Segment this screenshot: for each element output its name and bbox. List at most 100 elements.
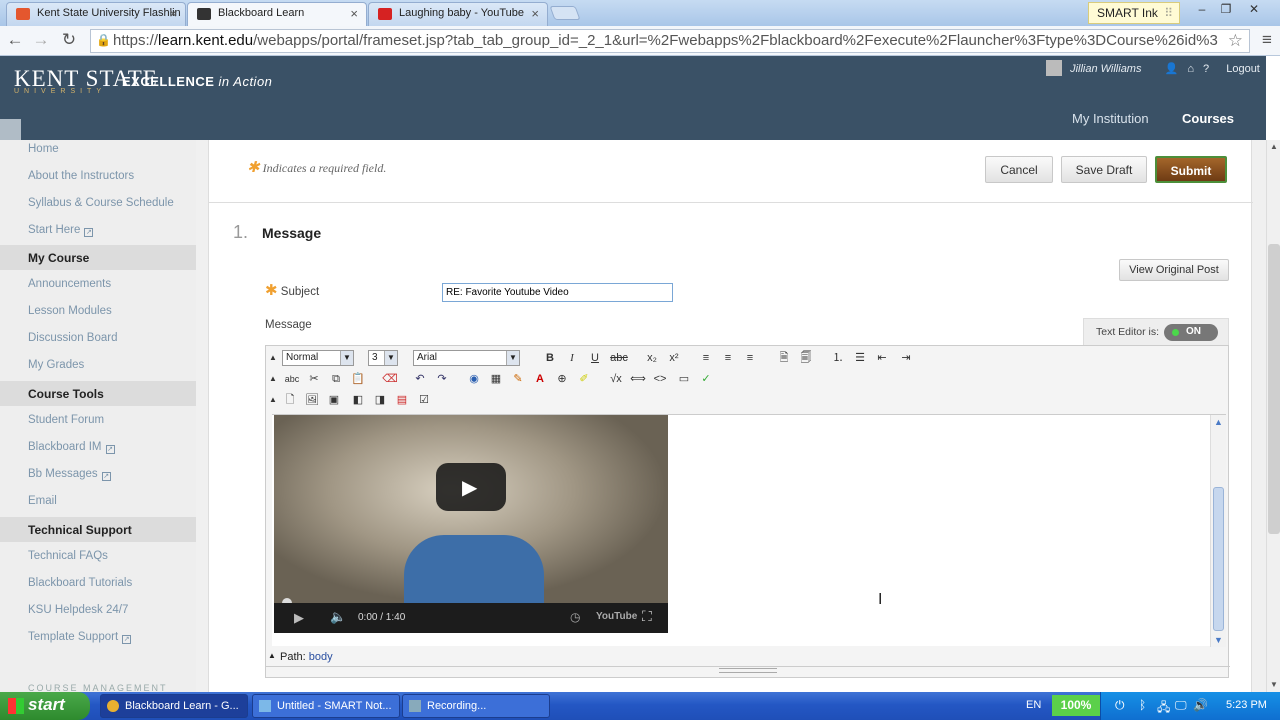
tab-courses[interactable]: Courses <box>1182 111 1234 126</box>
insert-image-icon[interactable]: 🖼 <box>304 392 320 408</box>
math-icon[interactable]: √x <box>608 371 624 387</box>
insert-flash-icon[interactable]: ◧ <box>350 392 366 408</box>
sidebar-item-email[interactable]: Email <box>28 495 57 507</box>
submit-button[interactable]: Submit <box>1155 156 1227 183</box>
collapse-icon[interactable]: ▲ <box>268 651 276 660</box>
insert-pdf-icon[interactable]: ▤ <box>394 392 410 408</box>
address-bar[interactable]: 🔒 https://learn.kent.edu/webapps/portal/… <box>90 29 1250 53</box>
highlight-icon[interactable]: ✐ <box>576 371 592 387</box>
indent-icon[interactable]: ⇥ <box>898 350 914 366</box>
sidebar-item-about[interactable]: About the Instructors <box>28 170 134 182</box>
pencil-icon[interactable]: ✎ <box>510 371 526 387</box>
sidebar-item-template-support[interactable]: Template Support ↗ <box>28 631 132 644</box>
sidebar-item-technical-faqs[interactable]: Technical FAQs <box>28 550 108 562</box>
emoticon-icon[interactable]: ⊕ <box>554 371 570 387</box>
youtube-logo-icon[interactable]: YouTube <box>596 611 637 622</box>
home-icon[interactable]: ⌂ <box>1187 63 1194 75</box>
sidebar-item-announcements[interactable]: Announcements <box>28 278 111 290</box>
collapse-icon[interactable]: ▲ <box>268 392 278 408</box>
close-tab-icon[interactable]: × <box>531 6 539 21</box>
tab-my-institution[interactable]: My Institution <box>1072 111 1149 126</box>
sidebar-item-my-grades[interactable]: My Grades <box>28 359 84 371</box>
superscript-icon[interactable]: x² <box>666 350 682 366</box>
resize-handle[interactable] <box>266 666 1230 678</box>
font-family-select[interactable]: Arial ▼ <box>413 350 520 366</box>
forward-arrow-icon[interactable]: → <box>30 30 52 50</box>
collapse-icon[interactable]: ▲ <box>268 371 278 387</box>
network-icon[interactable]: 🖧 <box>1157 698 1170 719</box>
sidebar-item-home[interactable]: Home <box>28 143 59 155</box>
bold-icon[interactable]: B <box>542 350 558 366</box>
menu-icon[interactable]: ≡ <box>1256 30 1278 50</box>
copy-icon[interactable]: ⧉ <box>328 371 344 387</box>
language-indicator[interactable]: EN <box>1026 699 1041 711</box>
paste-icon[interactable]: 📋 <box>350 371 366 387</box>
taskbar-item-recording[interactable]: Recording... <box>402 694 550 718</box>
browser-tab-youtube[interactable]: Laughing baby - YouTube × <box>368 2 548 26</box>
replace-icon[interactable]: 🗐 <box>798 350 814 366</box>
browser-tab-blackboard[interactable]: Blackboard Learn × <box>187 2 367 26</box>
sidebar-item-start-here[interactable]: Start Here ↗ <box>28 224 94 237</box>
attach-file-icon[interactable]: 🗋 <box>282 392 298 408</box>
save-draft-button[interactable]: Save Draft <box>1061 156 1147 183</box>
numbered-list-icon[interactable]: ⒈ <box>830 350 846 366</box>
align-left-icon[interactable]: ≡ <box>698 350 714 366</box>
volume-icon[interactable]: 🔈 <box>330 609 346 625</box>
subscript-icon[interactable]: x₂ <box>644 350 660 366</box>
paragraph-format-select[interactable]: Normal ▼ <box>282 350 354 366</box>
outdent-icon[interactable]: ⇤ <box>874 350 890 366</box>
browser-tab-flashline[interactable]: Kent State University Flashlin × <box>6 2 186 26</box>
underline-icon[interactable]: U <box>587 350 603 366</box>
page-scrollbar[interactable]: ▲ ▼ <box>1266 140 1280 692</box>
text-color-icon[interactable]: A <box>532 371 548 387</box>
undo-icon[interactable]: ↶ <box>412 371 428 387</box>
scroll-down-icon[interactable]: ▼ <box>1270 680 1278 689</box>
bullet-list-icon[interactable]: ☰ <box>852 350 868 366</box>
html-icon[interactable]: ⟺ <box>630 371 646 387</box>
new-tab-button[interactable] <box>549 6 581 20</box>
play-button[interactable]: ▶ <box>436 463 506 511</box>
view-original-post-button[interactable]: View Original Post <box>1119 259 1229 281</box>
mashup-icon[interactable]: ✓ <box>698 371 714 387</box>
fullscreen-icon[interactable]: ⛶ <box>642 608 652 625</box>
close-tab-icon[interactable]: × <box>350 6 358 21</box>
power-icon[interactable]: ⏻ <box>1115 698 1125 713</box>
collapse-icon[interactable]: ▲ <box>268 350 278 366</box>
align-center-icon[interactable]: ≡ <box>720 350 736 366</box>
clear-format-icon[interactable]: ⌫ <box>382 371 398 387</box>
redo-icon[interactable]: ↷ <box>434 371 450 387</box>
start-button[interactable]: start <box>0 692 90 720</box>
smart-ink-toolbar[interactable]: SMART Ink ⠿ <box>1088 2 1180 24</box>
embedded-video[interactable]: ▶ ▶ 🔈 0:00 / 1:40 ◷ YouTube ⛶ <box>274 415 668 633</box>
insert-mashup-icon[interactable]: ☑ <box>416 392 432 408</box>
sidebar-item-syllabus[interactable]: Syllabus & Course Schedule <box>28 197 174 209</box>
minimize-icon[interactable]: – <box>1190 2 1214 16</box>
code-icon[interactable]: <> <box>652 371 668 387</box>
reload-icon[interactable]: ↻ <box>58 30 80 50</box>
watch-later-icon[interactable]: ◷ <box>570 610 580 624</box>
sidebar-item-student-forum[interactable]: Student Forum <box>28 414 104 426</box>
subject-input[interactable] <box>442 283 673 302</box>
editor-scrollbar[interactable]: ▲ ▼ <box>1210 415 1226 647</box>
fullscreen-icon[interactable]: ▭ <box>676 371 692 387</box>
strikethrough-icon[interactable]: abc <box>609 350 629 366</box>
zoom-indicator[interactable]: 100% <box>1052 695 1100 716</box>
clock[interactable]: 5:23 PM <box>1226 699 1267 711</box>
logout-link[interactable]: Logout <box>1226 63 1260 75</box>
scrollbar-thumb[interactable] <box>1268 244 1280 534</box>
path-body-link[interactable]: body <box>309 651 333 663</box>
sidebar-item-ksu-helpdesk[interactable]: KSU Helpdesk 24/7 <box>28 604 128 616</box>
align-right-icon[interactable]: ≡ <box>742 350 758 366</box>
scroll-up-icon[interactable]: ▲ <box>1214 417 1223 427</box>
italic-icon[interactable]: I <box>564 350 580 366</box>
person-icon[interactable]: 👤 <box>1165 63 1179 75</box>
sidebar-item-blackboard-im[interactable]: Blackboard IM ↗ <box>28 441 115 454</box>
bluetooth-icon[interactable]: ᛒ <box>1139 698 1146 712</box>
play-icon[interactable]: ▶ <box>294 610 304 626</box>
insert-media-icon[interactable]: ▣ <box>326 392 342 408</box>
link-icon[interactable]: ◉ <box>466 371 482 387</box>
taskbar-item-smart-notebook[interactable]: Untitled - SMART Not... <box>252 694 400 718</box>
volume-icon[interactable]: 🔊 <box>1193 698 1208 712</box>
close-tab-icon[interactable]: × <box>169 6 177 21</box>
restore-icon[interactable]: ❐ <box>1214 2 1238 16</box>
